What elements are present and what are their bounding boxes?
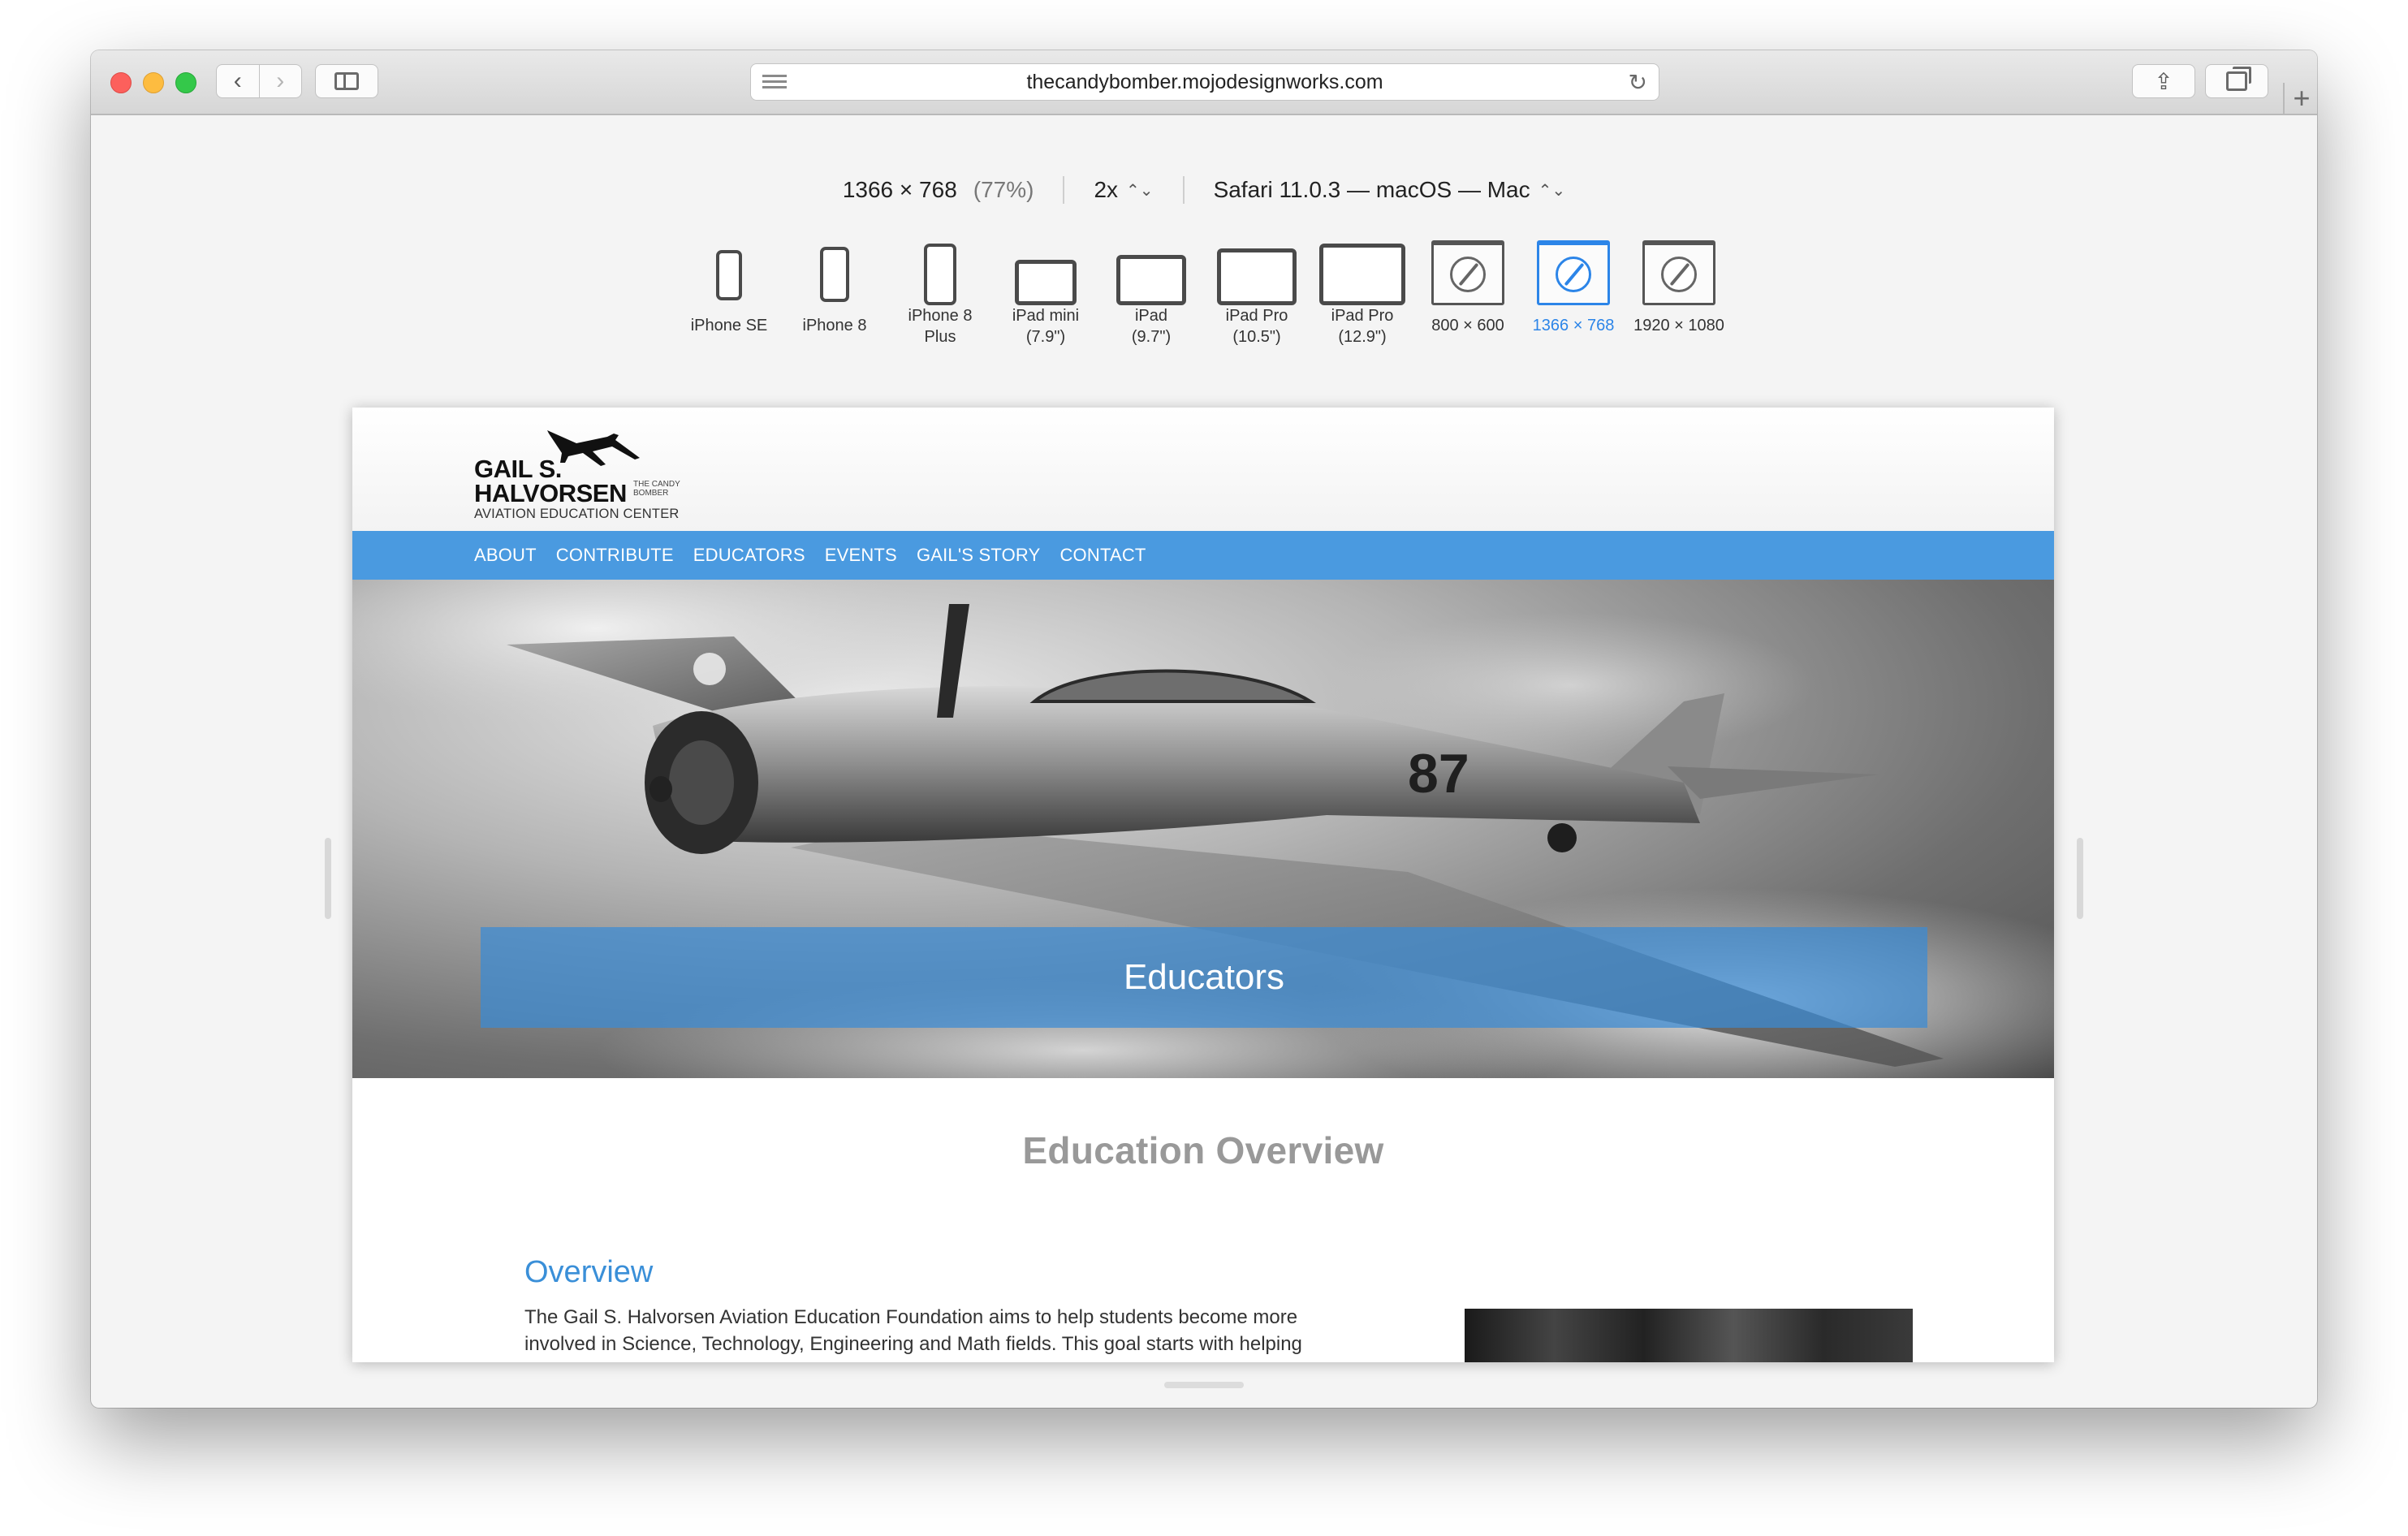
device-1920x1080[interactable]: 1920 × 1080 [1626, 240, 1732, 378]
minimize-window-button[interactable] [143, 72, 164, 93]
overview-heading: Overview [524, 1255, 654, 1289]
address-bar[interactable]: thecandybomber.mojodesignworks.com ↻ [750, 63, 1659, 101]
device-iphone-se[interactable]: iPhone SE [676, 240, 782, 378]
device-label: iPhone SE [690, 317, 768, 334]
device-label: iPad Pro (12.9") [1331, 307, 1394, 346]
nav-educators[interactable]: EDUCATORS [693, 545, 805, 566]
plane-number: 87 [1408, 743, 1469, 805]
desktop-icon [1431, 240, 1504, 305]
compass-icon [1556, 256, 1591, 292]
device-800x600[interactable]: 800 × 600 [1415, 240, 1521, 378]
divider [1063, 176, 1065, 204]
browser-toolbar: ‹ › thecandybomber.mojodesignworks.com ↻… [91, 50, 2317, 115]
nav-events[interactable]: EVENTS [825, 545, 897, 566]
device-label: 800 × 600 [1431, 317, 1504, 334]
viewport-dimensions[interactable]: 1366 × 768 [843, 177, 957, 203]
device-1366x768[interactable]: 1366 × 768 [1521, 240, 1626, 378]
site-nav: ABOUT CONTRIBUTE EDUCATORS EVENTS GAIL'S… [352, 531, 2054, 580]
nav-contact[interactable]: CONTACT [1059, 545, 1146, 566]
divider [1182, 176, 1185, 204]
device-label: 1920 × 1080 [1633, 317, 1724, 334]
tabs-icon [2226, 67, 2251, 91]
tablet-icon [1015, 260, 1077, 305]
new-tab-button[interactable]: + [2283, 83, 2317, 114]
phone-icon [716, 250, 742, 300]
nav-about[interactable]: ABOUT [474, 545, 537, 566]
section-title: Education Overview [1022, 1129, 1384, 1171]
hero-banner: Educators [481, 927, 1927, 1028]
reload-icon[interactable]: ↻ [1629, 71, 1647, 94]
educators-photo [1465, 1309, 1913, 1362]
zoom-window-button[interactable] [175, 72, 196, 93]
share-icon: ⇪ [2154, 68, 2173, 94]
compass-icon [1450, 256, 1486, 292]
back-button[interactable]: ‹ [217, 65, 260, 97]
close-window-button[interactable] [110, 72, 132, 93]
nav-contribute[interactable]: CONTRIBUTE [556, 545, 674, 566]
device-ipad-pro-12-9[interactable]: iPad Pro (12.9") [1310, 240, 1415, 378]
desktop-icon [1537, 240, 1610, 305]
viewport-resize-handle-left[interactable] [325, 838, 331, 919]
device-iphone-8[interactable]: iPhone 8 [782, 240, 887, 378]
forward-button[interactable]: › [260, 65, 302, 97]
address-url: thecandybomber.mojodesignworks.com [1026, 71, 1383, 93]
device-presets: iPhone SE iPhone 8 iPhone 8 Plus iPad mi… [91, 240, 2317, 378]
chevron-updown-icon[interactable]: ⌃⌄ [1538, 180, 1566, 201]
logo-subtitle: AVIATION EDUCATION CENTER [474, 507, 680, 521]
page-viewport: GAIL S. HALVORSEN THE CANDY BOMBER AVIAT… [352, 408, 2054, 1362]
chevron-updown-icon[interactable]: ⌃⌄ [1126, 180, 1154, 201]
rdm-toolbar: 1366 × 768 (77%) 2x ⌃⌄ Safari 11.0.3 — m… [91, 172, 2317, 208]
device-ipad[interactable]: iPad (9.7") [1098, 240, 1204, 378]
logo-tagline: THE CANDY BOMBER [633, 480, 680, 498]
show-tabs-button[interactable] [2205, 64, 2268, 98]
site-logo[interactable]: GAIL S. HALVORSEN THE CANDY BOMBER AVIAT… [474, 425, 710, 523]
device-ipad-mini[interactable]: iPad mini (7.9") [993, 240, 1098, 378]
tablet-icon [1217, 248, 1297, 305]
user-agent-select[interactable]: Safari 11.0.3 — macOS — Mac [1214, 177, 1530, 203]
device-label: iPad (9.7") [1131, 307, 1172, 346]
device-label: iPhone 8 Plus [908, 307, 973, 346]
hero-image: 87 Educators [352, 580, 2054, 1078]
device-label: iPad mini (7.9") [1012, 307, 1080, 346]
compass-icon [1661, 256, 1697, 292]
device-label: iPad Pro (10.5") [1225, 307, 1288, 346]
overview-paragraph: The Gail S. Halvorsen Aviation Education… [524, 1306, 1302, 1355]
device-iphone-8-plus[interactable]: iPhone 8 Plus [887, 240, 993, 378]
sidebar-toggle-button[interactable] [315, 64, 378, 98]
desktop-icon [1642, 240, 1715, 305]
browser-window: ‹ › thecandybomber.mojodesignworks.com ↻… [91, 50, 2317, 1408]
viewport-resize-handle-right[interactable] [2077, 838, 2083, 919]
device-label: iPhone 8 [802, 317, 867, 334]
viewport-resize-handle-bottom[interactable] [1164, 1382, 1244, 1388]
share-button[interactable]: ⇪ [2132, 64, 2195, 98]
logo-text-last-name: HALVORSEN [474, 479, 627, 507]
device-label: 1366 × 768 [1532, 317, 1615, 334]
viewport-zoom: (77%) [973, 177, 1034, 202]
hero-title: Educators [1123, 957, 1285, 997]
device-ipad-pro-10-5[interactable]: iPad Pro (10.5") [1204, 240, 1310, 378]
site-header: GAIL S. HALVORSEN THE CANDY BOMBER AVIAT… [352, 408, 2054, 531]
nav-gails-story[interactable]: GAIL'S STORY [917, 545, 1041, 566]
phone-icon [924, 244, 956, 305]
pixel-ratio-select[interactable]: 2x [1094, 177, 1118, 203]
history-nav-group: ‹ › [216, 64, 302, 98]
tablet-icon [1319, 244, 1405, 305]
sidebar-icon [334, 72, 359, 90]
tablet-icon [1116, 255, 1186, 305]
phone-icon [820, 247, 849, 302]
